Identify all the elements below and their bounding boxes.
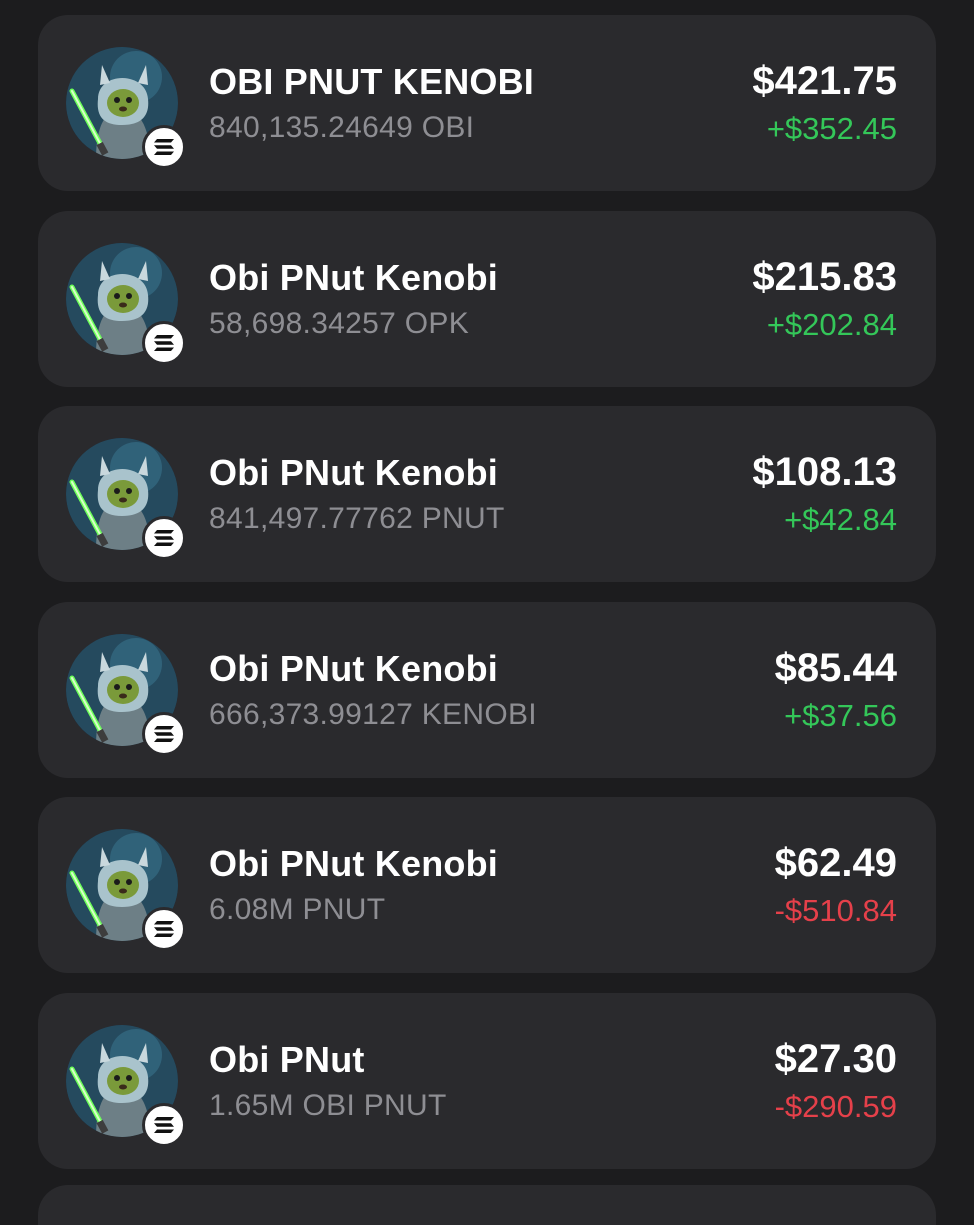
token-amount: 666,373.99127 KENOBI <box>209 697 537 731</box>
solana-icon <box>142 516 186 560</box>
solana-icon <box>142 1102 186 1147</box>
solana-icon <box>142 907 186 951</box>
token-name: Obi PNut <box>209 1038 365 1080</box>
token-row[interactable]: Obi PNut Kenobi 6.08M PNUT $62.49 -$510.… <box>38 797 936 973</box>
token-amount: 841,497.77762 PNUT <box>209 502 505 535</box>
token-row-partial[interactable] <box>38 1185 936 1225</box>
token-value: $108.13 <box>752 450 897 494</box>
token-row[interactable]: Obi PNut 1.65M OBI PNUT $27.30 -$290.59 <box>38 992 936 1169</box>
token-name: Obi PNut Kenobi <box>209 452 498 493</box>
token-name: Obi PNut Kenobi <box>209 647 498 689</box>
token-change: +$37.56 <box>784 697 897 733</box>
token-row[interactable]: Obi PNut Kenobi 841,497.77762 PNUT $108.… <box>38 406 936 582</box>
token-change: +$42.84 <box>784 502 897 537</box>
solana-icon <box>142 711 186 756</box>
token-value: $85.44 <box>774 645 897 690</box>
solana-icon <box>142 320 186 365</box>
token-value: $27.30 <box>774 1036 897 1081</box>
token-row[interactable]: Obi PNut Kenobi 666,373.99127 KENOBI $85… <box>38 601 936 778</box>
token-change: +$352.45 <box>766 111 897 146</box>
token-change: +$202.84 <box>766 306 897 342</box>
token-amount: 58,698.34257 OPK <box>209 306 470 340</box>
token-value: $62.49 <box>774 841 897 885</box>
token-list: OBI PNUT KENOBI 840,135.24649 OBI $421.7… <box>38 15 936 1188</box>
token-change: -$290.59 <box>774 1088 897 1124</box>
solana-icon <box>142 125 186 169</box>
token-name: OBI PNUT KENOBI <box>209 61 535 102</box>
token-amount: 1.65M OBI PNUT <box>209 1088 447 1122</box>
token-name: Obi PNut Kenobi <box>209 843 498 884</box>
token-value: $215.83 <box>752 254 897 299</box>
token-change: -$510.84 <box>774 893 897 928</box>
token-name: Obi PNut Kenobi <box>209 256 498 298</box>
token-row[interactable]: OBI PNUT KENOBI 840,135.24649 OBI $421.7… <box>38 15 936 191</box>
token-row[interactable]: Obi PNut Kenobi 58,698.34257 OPK $215.83… <box>38 210 936 387</box>
token-value: $421.75 <box>752 59 897 103</box>
token-amount: 840,135.24649 OBI <box>209 111 475 144</box>
token-amount: 6.08M PNUT <box>209 893 386 926</box>
